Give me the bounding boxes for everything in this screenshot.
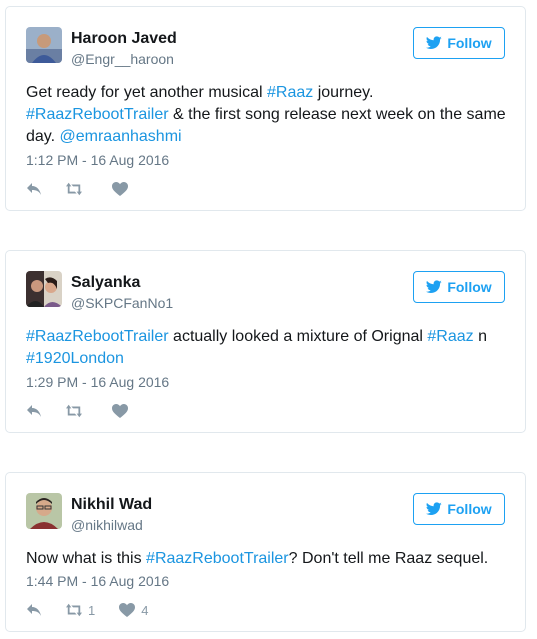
follow-button[interactable]: Follow xyxy=(413,271,505,303)
tweet-text-segment: actually looked a mixture of Orignal xyxy=(168,328,428,345)
tweet-text-segment: ? Don't tell me Raaz sequel. xyxy=(288,550,489,567)
tweet-actions xyxy=(26,401,158,421)
twitter-bird-icon xyxy=(426,502,443,515)
tweet-actions xyxy=(26,179,158,199)
like-button[interactable]: 4 xyxy=(119,603,148,618)
reply-button[interactable] xyxy=(26,603,42,617)
user-handle[interactable]: @nikhilwad xyxy=(71,517,143,533)
hashtag-link[interactable]: #RaazRebootTrailer xyxy=(26,106,169,123)
tweet-actions: 1 4 xyxy=(26,600,172,620)
hashtag-link[interactable]: #1920London xyxy=(26,350,124,367)
timestamp[interactable]: 1:12 PM - 16 Aug 2016 xyxy=(26,152,169,168)
user-name[interactable]: Haroon Javed xyxy=(71,30,177,48)
tweet-text: Get ready for yet another musical #Raaz … xyxy=(26,82,509,148)
retweet-icon xyxy=(66,182,82,196)
hashtag-link[interactable]: #RaazRebootTrailer xyxy=(146,550,289,567)
like-count: 4 xyxy=(141,602,149,618)
heart-icon xyxy=(112,182,128,196)
twitter-bird-icon xyxy=(426,36,443,49)
avatar[interactable] xyxy=(26,27,62,63)
heart-icon xyxy=(112,404,128,418)
tweet-text: Now what is this #RaazRebootTrailer? Don… xyxy=(26,548,509,570)
timestamp[interactable]: 1:44 PM - 16 Aug 2016 xyxy=(26,573,169,589)
follow-label: Follow xyxy=(447,279,492,295)
reply-button[interactable] xyxy=(26,182,42,196)
reply-button[interactable] xyxy=(26,404,42,418)
tweet-text-segment: journey. xyxy=(313,84,374,101)
user-handle[interactable]: @SKPCFanNo1 xyxy=(71,295,173,311)
tweet-text-segment: Now what is this xyxy=(26,550,147,567)
retweet-icon xyxy=(66,603,82,617)
hashtag-link[interactable]: #Raaz xyxy=(427,328,473,345)
reply-icon xyxy=(27,183,41,195)
retweet-button[interactable]: 1 xyxy=(66,603,95,618)
mention-link[interactable]: @emraanhashmi xyxy=(60,128,182,145)
follow-label: Follow xyxy=(447,501,492,517)
reply-icon xyxy=(27,405,41,417)
user-name[interactable]: Nikhil Wad xyxy=(71,496,152,514)
retweet-button[interactable] xyxy=(66,404,88,418)
like-button[interactable] xyxy=(112,182,134,196)
tweet-card: Salyanka @SKPCFanNo1 Follow #RaazRebootT… xyxy=(5,250,526,433)
twitter-bird-icon xyxy=(426,280,443,293)
heart-icon xyxy=(119,603,136,617)
tweet-text-segment: n xyxy=(473,328,487,345)
tweet-card: Haroon Javed @Engr__haroon Follow Get re… xyxy=(5,6,526,211)
follow-label: Follow xyxy=(447,35,492,51)
follow-button[interactable]: Follow xyxy=(413,27,505,59)
user-handle[interactable]: @Engr__haroon xyxy=(71,51,174,67)
retweet-icon xyxy=(66,404,82,418)
follow-button[interactable]: Follow xyxy=(413,493,505,525)
retweet-count: 1 xyxy=(88,602,96,618)
retweet-button[interactable] xyxy=(66,182,88,196)
hashtag-link[interactable]: #Raaz xyxy=(267,84,313,101)
tweet-text-segment: Get ready for yet another musical xyxy=(26,84,267,101)
user-name[interactable]: Salyanka xyxy=(71,274,140,292)
avatar[interactable] xyxy=(26,493,62,529)
tweet-text: #RaazRebootTrailer actually looked a mix… xyxy=(26,326,509,370)
hashtag-link[interactable]: #RaazRebootTrailer xyxy=(26,328,169,345)
timestamp[interactable]: 1:29 PM - 16 Aug 2016 xyxy=(26,374,169,390)
avatar[interactable] xyxy=(26,271,62,307)
like-button[interactable] xyxy=(112,404,134,418)
tweet-card: Nikhil Wad @nikhilwad Follow Now what is… xyxy=(5,472,526,632)
reply-icon xyxy=(27,604,41,616)
